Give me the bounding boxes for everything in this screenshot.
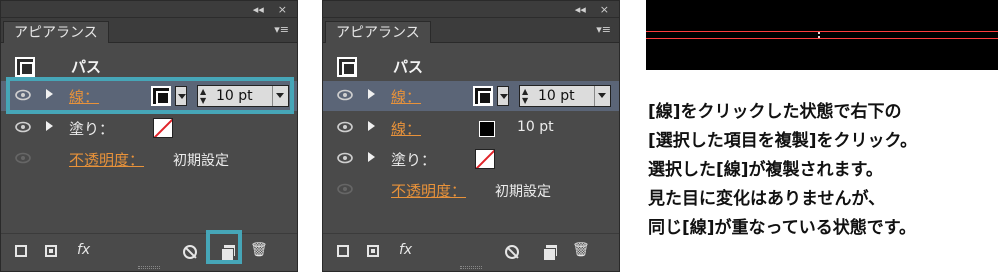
path-label: パス xyxy=(393,58,424,76)
duplicate-selected-item-icon[interactable] xyxy=(543,245,557,261)
instruction-text: [線]をクリックした状態で右下の [選択した項目を複製]をクリック。 選択した[… xyxy=(648,98,1000,243)
fill-label[interactable]: 塗り： xyxy=(69,118,114,139)
fx-icon[interactable]: fx xyxy=(399,242,412,258)
path-icon xyxy=(15,57,35,77)
panel-menu-icon[interactable]: ▾≡ xyxy=(274,23,289,36)
stroke-weight-value: 10 pt xyxy=(517,119,554,135)
opacity-label[interactable]: 不透明度： xyxy=(391,180,466,201)
visibility-eye-icon[interactable] xyxy=(337,121,353,133)
path-row: パス xyxy=(323,47,619,81)
instruction-line: 見た目に変化はありませんが、 xyxy=(648,189,886,209)
visibility-eye-icon[interactable] xyxy=(337,89,353,101)
instruction-line: [線]をクリックした状態で右下の xyxy=(648,102,902,122)
clear-appearance-icon[interactable] xyxy=(183,245,197,259)
opacity-row[interactable]: 不透明度： 初期設定 xyxy=(323,175,619,205)
panel-chrome: ◂◂ × xyxy=(1,1,297,18)
fill-row[interactable]: 塗り： xyxy=(323,144,619,174)
visibility-eye-icon[interactable] xyxy=(337,152,353,164)
opacity-label[interactable]: 不透明度： xyxy=(69,149,144,170)
stroke-label[interactable]: 線： xyxy=(391,86,421,107)
new-stroke-icon[interactable] xyxy=(15,245,27,257)
stroke-row-duplicate[interactable]: 線： 10 pt xyxy=(323,113,619,143)
panel-footer: fx 🗑 xyxy=(1,233,297,271)
duplicate-button-highlight-box xyxy=(206,230,242,264)
tab-appearance[interactable]: アピアランス xyxy=(3,21,109,43)
clear-appearance-icon[interactable] xyxy=(505,245,519,259)
instruction-line: [選択した項目を複製]をクリック。 xyxy=(648,131,918,151)
trash-icon[interactable]: 🗑 xyxy=(572,242,590,258)
tab-row: アピアランス ▾≡ xyxy=(323,18,619,43)
stroke-icon[interactable] xyxy=(473,86,493,106)
visibility-eye-icon-dim xyxy=(337,183,353,195)
stroke-row-selected[interactable]: 線： ▲ ▼ 10 pt xyxy=(323,81,619,111)
close-icon[interactable]: × xyxy=(278,3,287,16)
stroke-dropdown-arrow[interactable] xyxy=(497,86,509,106)
opacity-value: 初期設定 xyxy=(495,184,551,200)
collapse-icon[interactable]: ◂◂ xyxy=(253,3,264,16)
artwork-preview xyxy=(646,0,998,70)
appearance-panel-before: ◂◂ × アピアランス ▾≡ パス 線： ▲ ▼ 10 pt 塗り： 不透明度： … xyxy=(0,0,298,272)
expand-triangle-icon[interactable] xyxy=(368,89,375,99)
opacity-value: 初期設定 xyxy=(173,153,229,169)
opacity-row[interactable]: 不透明度： 初期設定 xyxy=(1,144,297,174)
expand-triangle-icon[interactable] xyxy=(368,152,375,162)
instruction-line: 選択した[線]が複製されます。 xyxy=(648,160,883,180)
resize-grip[interactable] xyxy=(138,266,160,269)
panel-chrome: ◂◂ × xyxy=(323,1,619,18)
new-fill-icon[interactable] xyxy=(45,245,57,257)
black-swatch[interactable] xyxy=(479,121,495,137)
tab-appearance[interactable]: アピアランス xyxy=(325,21,431,43)
center-point xyxy=(818,32,820,34)
selection-guide-line xyxy=(646,38,998,39)
fill-none-icon[interactable] xyxy=(153,118,173,138)
center-point xyxy=(818,36,820,38)
appearance-panel-after: ◂◂ × アピアランス ▾≡ パス 線： ▲ ▼ 10 pt 線： 10 pt 塗… xyxy=(322,0,620,272)
path-icon xyxy=(337,57,357,77)
path-label: パス xyxy=(71,58,102,76)
fill-row[interactable]: 塗り： xyxy=(1,113,297,143)
visibility-eye-icon[interactable] xyxy=(15,121,31,133)
fx-icon[interactable]: fx xyxy=(77,242,90,258)
panel-footer: fx 🗑 xyxy=(323,233,619,271)
spin-icon[interactable]: ▲ ▼ xyxy=(522,87,528,105)
collapse-icon[interactable]: ◂◂ xyxy=(575,3,586,16)
tab-row: アピアランス ▾≡ xyxy=(1,18,297,43)
resize-grip[interactable] xyxy=(460,266,482,269)
weight-dropdown-arrow[interactable] xyxy=(594,86,610,106)
selection-guide-line xyxy=(646,31,998,32)
new-fill-icon[interactable] xyxy=(367,245,379,257)
new-stroke-icon[interactable] xyxy=(337,245,349,257)
close-icon[interactable]: × xyxy=(600,3,609,16)
fill-label[interactable]: 塗り： xyxy=(391,149,436,170)
instruction-line: 同じ[線]が重なっている状態です。 xyxy=(648,218,916,238)
fill-none-icon[interactable] xyxy=(475,149,495,169)
visibility-eye-icon-dim xyxy=(15,152,31,164)
expand-triangle-icon[interactable] xyxy=(368,121,375,131)
stroke-label[interactable]: 線： xyxy=(391,118,421,139)
trash-icon[interactable]: 🗑 xyxy=(250,242,268,258)
stroke-weight-field[interactable]: ▲ ▼ 10 pt xyxy=(519,85,611,107)
path-row: パス xyxy=(1,47,297,81)
stroke-row-highlight-box xyxy=(6,77,294,114)
expand-triangle-icon[interactable] xyxy=(46,121,53,131)
stroke-weight-value: 10 pt xyxy=(538,88,575,104)
panel-menu-icon[interactable]: ▾≡ xyxy=(596,23,611,36)
